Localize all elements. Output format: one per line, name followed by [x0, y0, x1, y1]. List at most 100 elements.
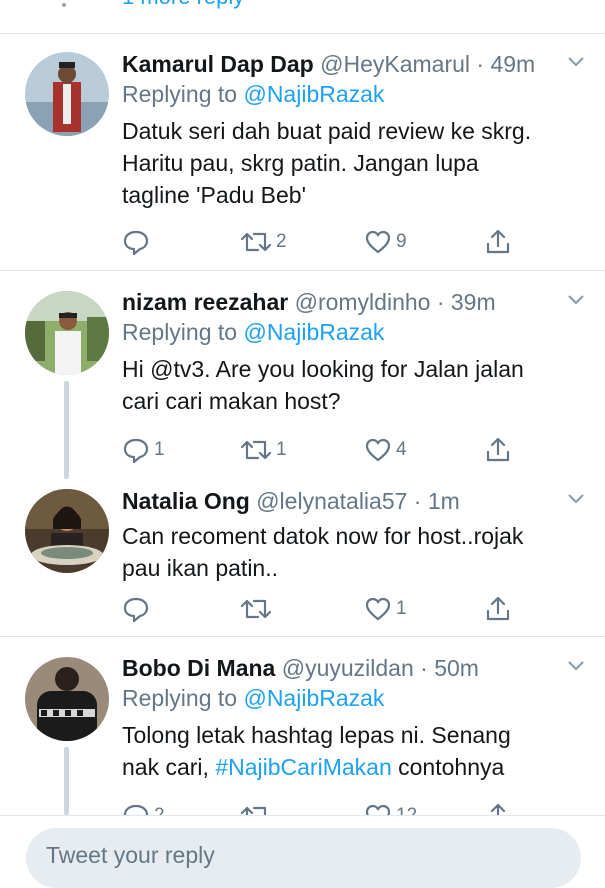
display-name[interactable]: Natalia Ong — [122, 488, 250, 514]
tweet-actions: 2 9 — [122, 227, 522, 257]
retweet-button[interactable] — [240, 801, 272, 815]
like-count: 9 — [396, 231, 407, 252]
tweet-text: Can recoment datok now for host..rojak p… — [122, 520, 585, 584]
text-segment: nak cari, — [122, 754, 216, 780]
tweet-text: Hi @tv3. Are you looking for Jalan jalan… — [122, 353, 585, 417]
reply-composer: Tweet your reply — [0, 815, 605, 888]
tweet-text: Tolong letak hashtag lepas ni. Senang na… — [122, 719, 585, 783]
avatar[interactable] — [25, 657, 109, 741]
share-icon — [486, 437, 510, 462]
separator-dot: · — [430, 289, 451, 315]
reply-button[interactable]: 1 — [122, 435, 165, 465]
replying-to: Replying to @NajibRazak — [122, 79, 585, 109]
tweet[interactable]: Natalia Ong @lelynatalia57 · 1m Can reco… — [0, 479, 605, 637]
text-line: tagline 'Padu Beb' — [122, 182, 306, 208]
tweet-reply-input[interactable]: Tweet your reply — [26, 828, 581, 888]
text-line: nak cari, #NajibCariMakan contohnya — [122, 751, 585, 783]
replying-to-label: Replying to — [122, 81, 244, 107]
avatar[interactable] — [25, 291, 109, 375]
reply-icon — [123, 230, 149, 256]
timestamp[interactable]: 1m — [428, 488, 460, 514]
text-segment: contohnya — [391, 754, 505, 780]
chevron-down-icon[interactable] — [567, 492, 585, 506]
share-icon — [486, 596, 510, 621]
thread-line — [64, 381, 69, 479]
like-icon — [365, 230, 391, 254]
chevron-down-icon[interactable] — [567, 293, 585, 307]
tweet-header: Kamarul Dap Dap @HeyKamarul · 49m — [122, 49, 585, 79]
handle[interactable]: @lelynatalia57 — [256, 488, 407, 514]
retweet-button[interactable]: 2 — [240, 227, 287, 257]
reply-count: 2 — [154, 805, 165, 815]
like-button[interactable]: 12 — [364, 801, 417, 815]
reply-icon — [123, 438, 149, 464]
text-line: pau ikan patin.. — [122, 555, 279, 581]
retweet-button[interactable] — [240, 594, 276, 624]
tweet-header: nizam reezahar @romyldinho · 39m — [122, 287, 585, 317]
text-line: Datuk seri dah buat paid review ke skrg. — [122, 118, 532, 144]
reply-icon — [123, 597, 149, 623]
tweet[interactable]: Bobo Di Mana @yuyuzildan · 50m Replying … — [0, 637, 605, 815]
retweet-count: 2 — [276, 231, 287, 252]
share-icon — [486, 229, 510, 254]
handle[interactable]: @yuyuzildan — [282, 655, 414, 681]
more-replies-link[interactable]: 1 more reply — [122, 0, 244, 8]
separator-dot: · — [413, 655, 435, 681]
replying-to: Replying to @NajibRazak — [122, 683, 585, 713]
more-replies-row[interactable]: 1 more reply — [0, 0, 605, 34]
display-name[interactable]: nizam reezahar — [122, 289, 288, 315]
like-button[interactable]: 1 — [364, 594, 407, 624]
text-line: Hi @tv3. Are you looking for Jalan jalan — [122, 356, 524, 382]
reply-placeholder: Tweet your reply — [46, 842, 215, 868]
handle[interactable]: @HeyKamarul — [320, 51, 470, 77]
like-count: 12 — [396, 805, 417, 815]
tweet[interactable]: nizam reezahar @romyldinho · 39m Replyin… — [0, 271, 605, 479]
text-line: Tolong letak hashtag lepas ni. Senang — [122, 722, 511, 748]
text-line: cari cari makan host? — [122, 388, 341, 414]
timestamp[interactable]: 39m — [451, 289, 496, 315]
replying-to: Replying to @NajibRazak — [122, 317, 585, 347]
hashtag-link[interactable]: #NajibCariMakan — [215, 754, 391, 780]
like-button[interactable]: 9 — [364, 227, 407, 257]
tweet-header: Natalia Ong @lelynatalia57 · 1m — [122, 486, 585, 516]
chevron-down-icon[interactable] — [567, 55, 585, 69]
avatar[interactable] — [25, 489, 109, 573]
handle[interactable]: @romyldinho — [295, 289, 431, 315]
timestamp[interactable]: 49m — [490, 51, 535, 77]
chevron-down-icon[interactable] — [567, 659, 585, 673]
like-icon — [365, 438, 391, 462]
like-count: 1 — [396, 598, 407, 619]
share-button[interactable] — [484, 801, 512, 815]
timestamp[interactable]: 50m — [434, 655, 479, 681]
mention-link[interactable]: @NajibRazak — [243, 685, 384, 711]
thread-line — [64, 747, 69, 815]
reply-button[interactable] — [122, 594, 154, 624]
share-icon — [490, 803, 506, 815]
reply-button[interactable] — [122, 227, 154, 257]
retweet-icon — [240, 440, 272, 460]
like-icon — [365, 597, 391, 621]
retweet-button[interactable]: 1 — [240, 435, 287, 465]
share-button[interactable] — [484, 227, 512, 257]
tweet-actions: 1 — [122, 594, 522, 624]
mention-link[interactable]: @NajibRazak — [243, 81, 384, 107]
display-name[interactable]: Kamarul Dap Dap — [122, 51, 314, 77]
reply-button[interactable]: 2 — [122, 801, 165, 815]
share-button[interactable] — [484, 435, 512, 465]
retweet-icon — [240, 599, 272, 619]
retweet-icon — [240, 806, 267, 815]
like-icon — [365, 804, 391, 815]
avatar[interactable] — [25, 52, 109, 136]
display-name[interactable]: Bobo Di Mana — [122, 655, 275, 681]
separator-dot: · — [407, 488, 428, 514]
reply-icon — [123, 804, 149, 815]
tweet-header: Bobo Di Mana @yuyuzildan · 50m — [122, 653, 585, 683]
like-button[interactable]: 4 — [364, 435, 407, 465]
text-line: Can recoment datok now for host..rojak — [122, 523, 524, 549]
retweet-count: 1 — [276, 439, 287, 460]
mention-link[interactable]: @NajibRazak — [243, 319, 384, 345]
tweet-text: Datuk seri dah buat paid review ke skrg.… — [122, 115, 585, 211]
like-count: 4 — [396, 439, 407, 460]
tweet[interactable]: Kamarul Dap Dap @HeyKamarul · 49m Replyi… — [0, 33, 605, 271]
share-button[interactable] — [484, 594, 512, 624]
